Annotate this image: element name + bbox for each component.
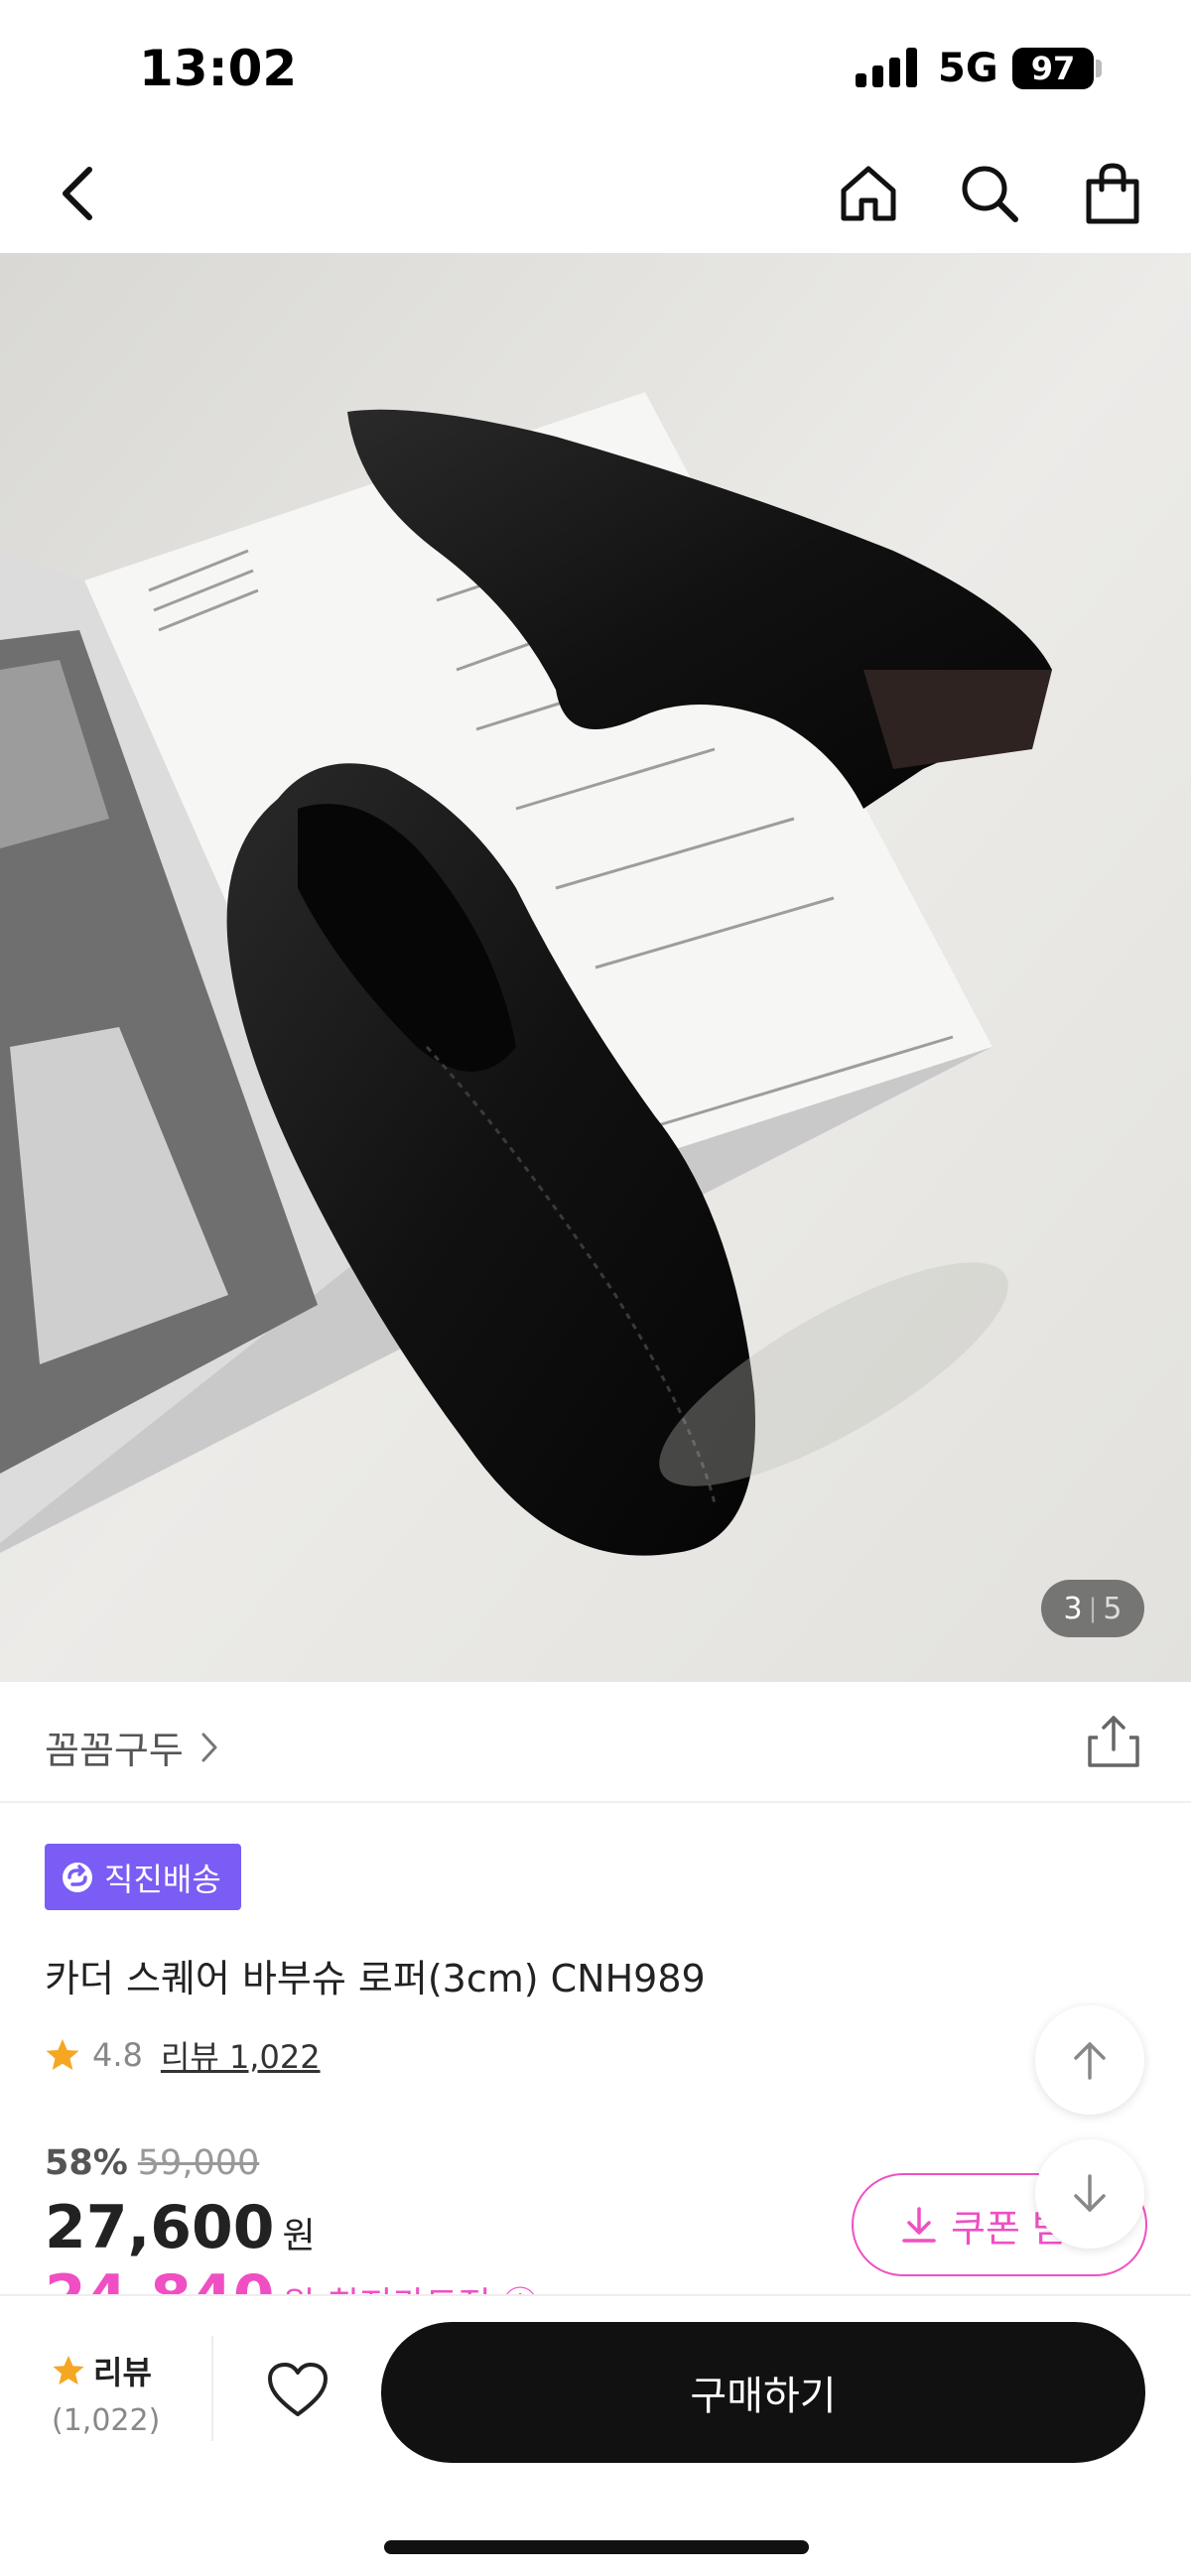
- sale-price-row: 27,600 원: [45, 2193, 316, 2262]
- home-icon: [841, 166, 896, 221]
- rating-row: 4.8 리뷰 1,022: [45, 2032, 321, 2078]
- network-label: 5G: [938, 46, 998, 91]
- share-icon: [1088, 1716, 1139, 1767]
- review-link[interactable]: 리뷰 1,022: [161, 2032, 321, 2078]
- chevron-left-icon: [63, 167, 92, 220]
- home-button[interactable]: [829, 154, 908, 233]
- buy-button[interactable]: 구매하기: [381, 2322, 1145, 2463]
- signal-icon: [856, 48, 919, 87]
- scroll-bottom-button[interactable]: [1035, 2139, 1144, 2249]
- discount-row: 58% 59,000: [45, 2143, 259, 2183]
- original-price: 59,000: [137, 2143, 260, 2183]
- direct-delivery-badge: 직진배송: [45, 1844, 241, 1910]
- battery-tip: [1096, 60, 1102, 77]
- heart-icon: [268, 2363, 328, 2416]
- image-counter-separator: |: [1088, 1594, 1098, 1623]
- product-image[interactable]: [0, 253, 1191, 1682]
- brand-link[interactable]: 꼼꼼구두: [45, 1720, 219, 1774]
- arrow-down-icon: [1074, 2174, 1106, 2212]
- delivery-arrow-icon: [63, 1862, 92, 1892]
- chevron-right-icon: [201, 1733, 217, 1761]
- battery-icon: 97: [1012, 48, 1094, 89]
- badge-label: 직진배송: [104, 1860, 221, 1898]
- bottom-action-bar: 리뷰 (1,022) 구매하기: [0, 2294, 1191, 2576]
- image-counter-current: 3: [1063, 1591, 1083, 1626]
- brand-row: 꼼꼼구두: [0, 1682, 1191, 1803]
- sale-price: 27,600: [45, 2193, 275, 2262]
- discount-rate: 58%: [45, 2143, 128, 2183]
- top-nav: [0, 134, 1191, 253]
- bottom-review-count: (1,022): [52, 2403, 161, 2438]
- download-icon: [902, 2207, 936, 2243]
- rating-value: 4.8: [92, 2036, 143, 2074]
- currency-label: 원: [282, 2216, 316, 2256]
- bottom-review-button[interactable]: 리뷰 (1,022): [52, 2348, 161, 2438]
- scroll-top-button[interactable]: [1035, 2005, 1144, 2115]
- search-button[interactable]: [950, 154, 1029, 233]
- brand-name: 꼼꼼구두: [45, 1729, 184, 1772]
- image-counter-total: 5: [1103, 1591, 1123, 1626]
- bottom-review-top: 리뷰: [52, 2348, 161, 2393]
- arrow-up-icon: [1074, 2042, 1106, 2080]
- star-icon: [46, 2039, 79, 2070]
- home-indicator: [384, 2540, 809, 2554]
- search-icon: [962, 166, 1018, 222]
- share-button[interactable]: [1086, 1714, 1141, 1769]
- shopping-bag-icon: [1086, 163, 1139, 224]
- bottom-review-label: 리뷰: [93, 2354, 152, 2391]
- status-time: 13:02: [139, 40, 298, 97]
- star-icon: [53, 2355, 84, 2385]
- status-bar: 13:02 5G 97: [0, 0, 1191, 134]
- like-button[interactable]: [260, 2352, 335, 2427]
- back-button[interactable]: [38, 154, 117, 233]
- image-counter: 3 | 5: [1041, 1580, 1144, 1637]
- product-photo: [0, 253, 1191, 1682]
- bottom-divider: [211, 2336, 213, 2441]
- product-title: 카더 스퀘어 바부슈 로퍼(3cm) CNH989: [45, 1957, 706, 2000]
- cart-button[interactable]: [1073, 154, 1152, 233]
